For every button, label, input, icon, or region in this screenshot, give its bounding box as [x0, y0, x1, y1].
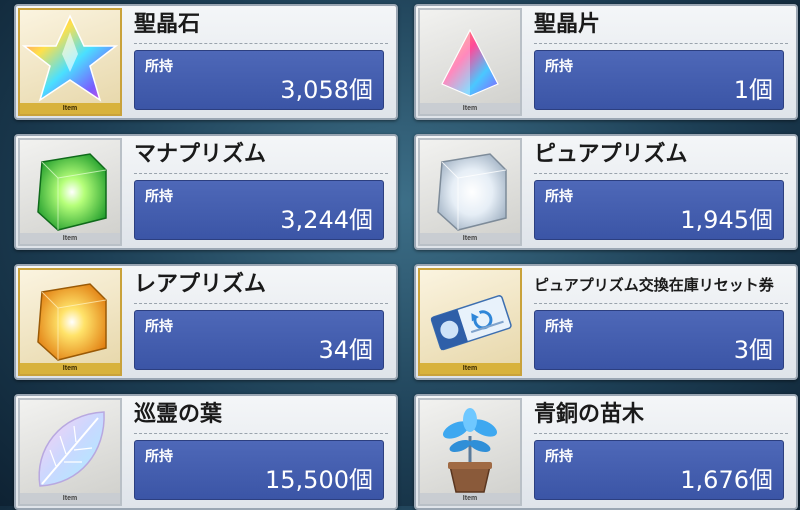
owned-label: 所持: [145, 319, 173, 335]
item-name: 聖晶石: [134, 12, 201, 37]
owned-count: 3,058個: [280, 76, 373, 104]
item-tag: Item: [20, 103, 120, 114]
item-name: マナプリズム: [134, 142, 267, 167]
divider: [134, 433, 388, 434]
item-tag: Item: [420, 233, 520, 244]
divider: [534, 303, 788, 304]
owned-label: 所持: [145, 189, 173, 205]
item-name: 青銅の苗木: [534, 402, 645, 427]
item-tag: Item: [20, 363, 120, 374]
owned-count: 1,676個: [680, 466, 773, 494]
owned-label: 所持: [545, 449, 573, 465]
owned-count-box: 所持 3,058個: [134, 50, 384, 110]
saint-quartz-icon: Item: [18, 8, 122, 116]
item-card-quartz-fragment[interactable]: Item 聖晶片 所持 1個: [414, 4, 798, 120]
owned-count-box: 所持 3,244個: [134, 180, 384, 240]
owned-label: 所持: [545, 59, 573, 75]
owned-label: 所持: [145, 59, 173, 75]
owned-count: 3,244個: [280, 206, 373, 234]
divider: [134, 173, 388, 174]
item-card-saint-quartz[interactable]: Item 聖晶石 所持 3,058個: [14, 4, 398, 120]
owned-label: 所持: [545, 319, 573, 335]
mana-prism-icon: Item: [18, 138, 122, 246]
item-tag: Item: [420, 493, 520, 504]
owned-count-box: 所持 15,500個: [134, 440, 384, 500]
owned-count: 1個: [733, 76, 773, 104]
divider: [134, 303, 388, 304]
owned-label: 所持: [545, 189, 573, 205]
owned-count-box: 所持 34個: [134, 310, 384, 370]
owned-count: 15,500個: [265, 466, 373, 494]
item-card-bronze-sapling[interactable]: Item 青銅の苗木 所持 1,676個: [414, 394, 798, 510]
pure-prism-icon: Item: [418, 138, 522, 246]
rare-prism-icon: Item: [18, 268, 122, 376]
item-tag: Item: [420, 363, 520, 374]
owned-count: 3個: [733, 336, 773, 364]
owned-count: 34個: [318, 336, 373, 364]
item-tag: Item: [420, 103, 520, 114]
item-card-pure-prism[interactable]: Item ピュアプリズム 所持 1,945個: [414, 134, 798, 250]
quartz-fragment-icon: Item: [418, 8, 522, 116]
divider: [534, 173, 788, 174]
item-name: レアプリズム: [134, 272, 267, 297]
bronze-sapling-icon: Item: [418, 398, 522, 506]
owned-count-box: 所持 1,676個: [534, 440, 784, 500]
item-tag: Item: [20, 233, 120, 244]
item-tag: Item: [20, 493, 120, 504]
item-card-rare-prism[interactable]: Item レアプリズム 所持 34個: [14, 264, 398, 380]
owned-label: 所持: [145, 449, 173, 465]
owned-count: 1,945個: [680, 206, 773, 234]
divider: [534, 433, 788, 434]
divider: [534, 43, 788, 44]
owned-count-box: 所持 3個: [534, 310, 784, 370]
item-card-spirit-leaf[interactable]: Item 巡霊の葉 所持 15,500個: [14, 394, 398, 510]
item-name: ピュアプリズム交換在庫リセット券: [534, 276, 774, 294]
item-card-reset-ticket[interactable]: Item ピュアプリズム交換在庫リセット券 所持 3個: [414, 264, 798, 380]
owned-count-box: 所持 1,945個: [534, 180, 784, 240]
item-card-mana-prism[interactable]: Item マナプリズム 所持 3,244個: [14, 134, 398, 250]
spirit-leaf-icon: Item: [18, 398, 122, 506]
reset-ticket-icon: Item: [418, 268, 522, 376]
divider: [134, 43, 388, 44]
owned-count-box: 所持 1個: [534, 50, 784, 110]
item-name: 巡霊の葉: [134, 402, 223, 427]
item-name: ピュアプリズム: [534, 142, 688, 167]
item-name: 聖晶片: [534, 12, 601, 37]
